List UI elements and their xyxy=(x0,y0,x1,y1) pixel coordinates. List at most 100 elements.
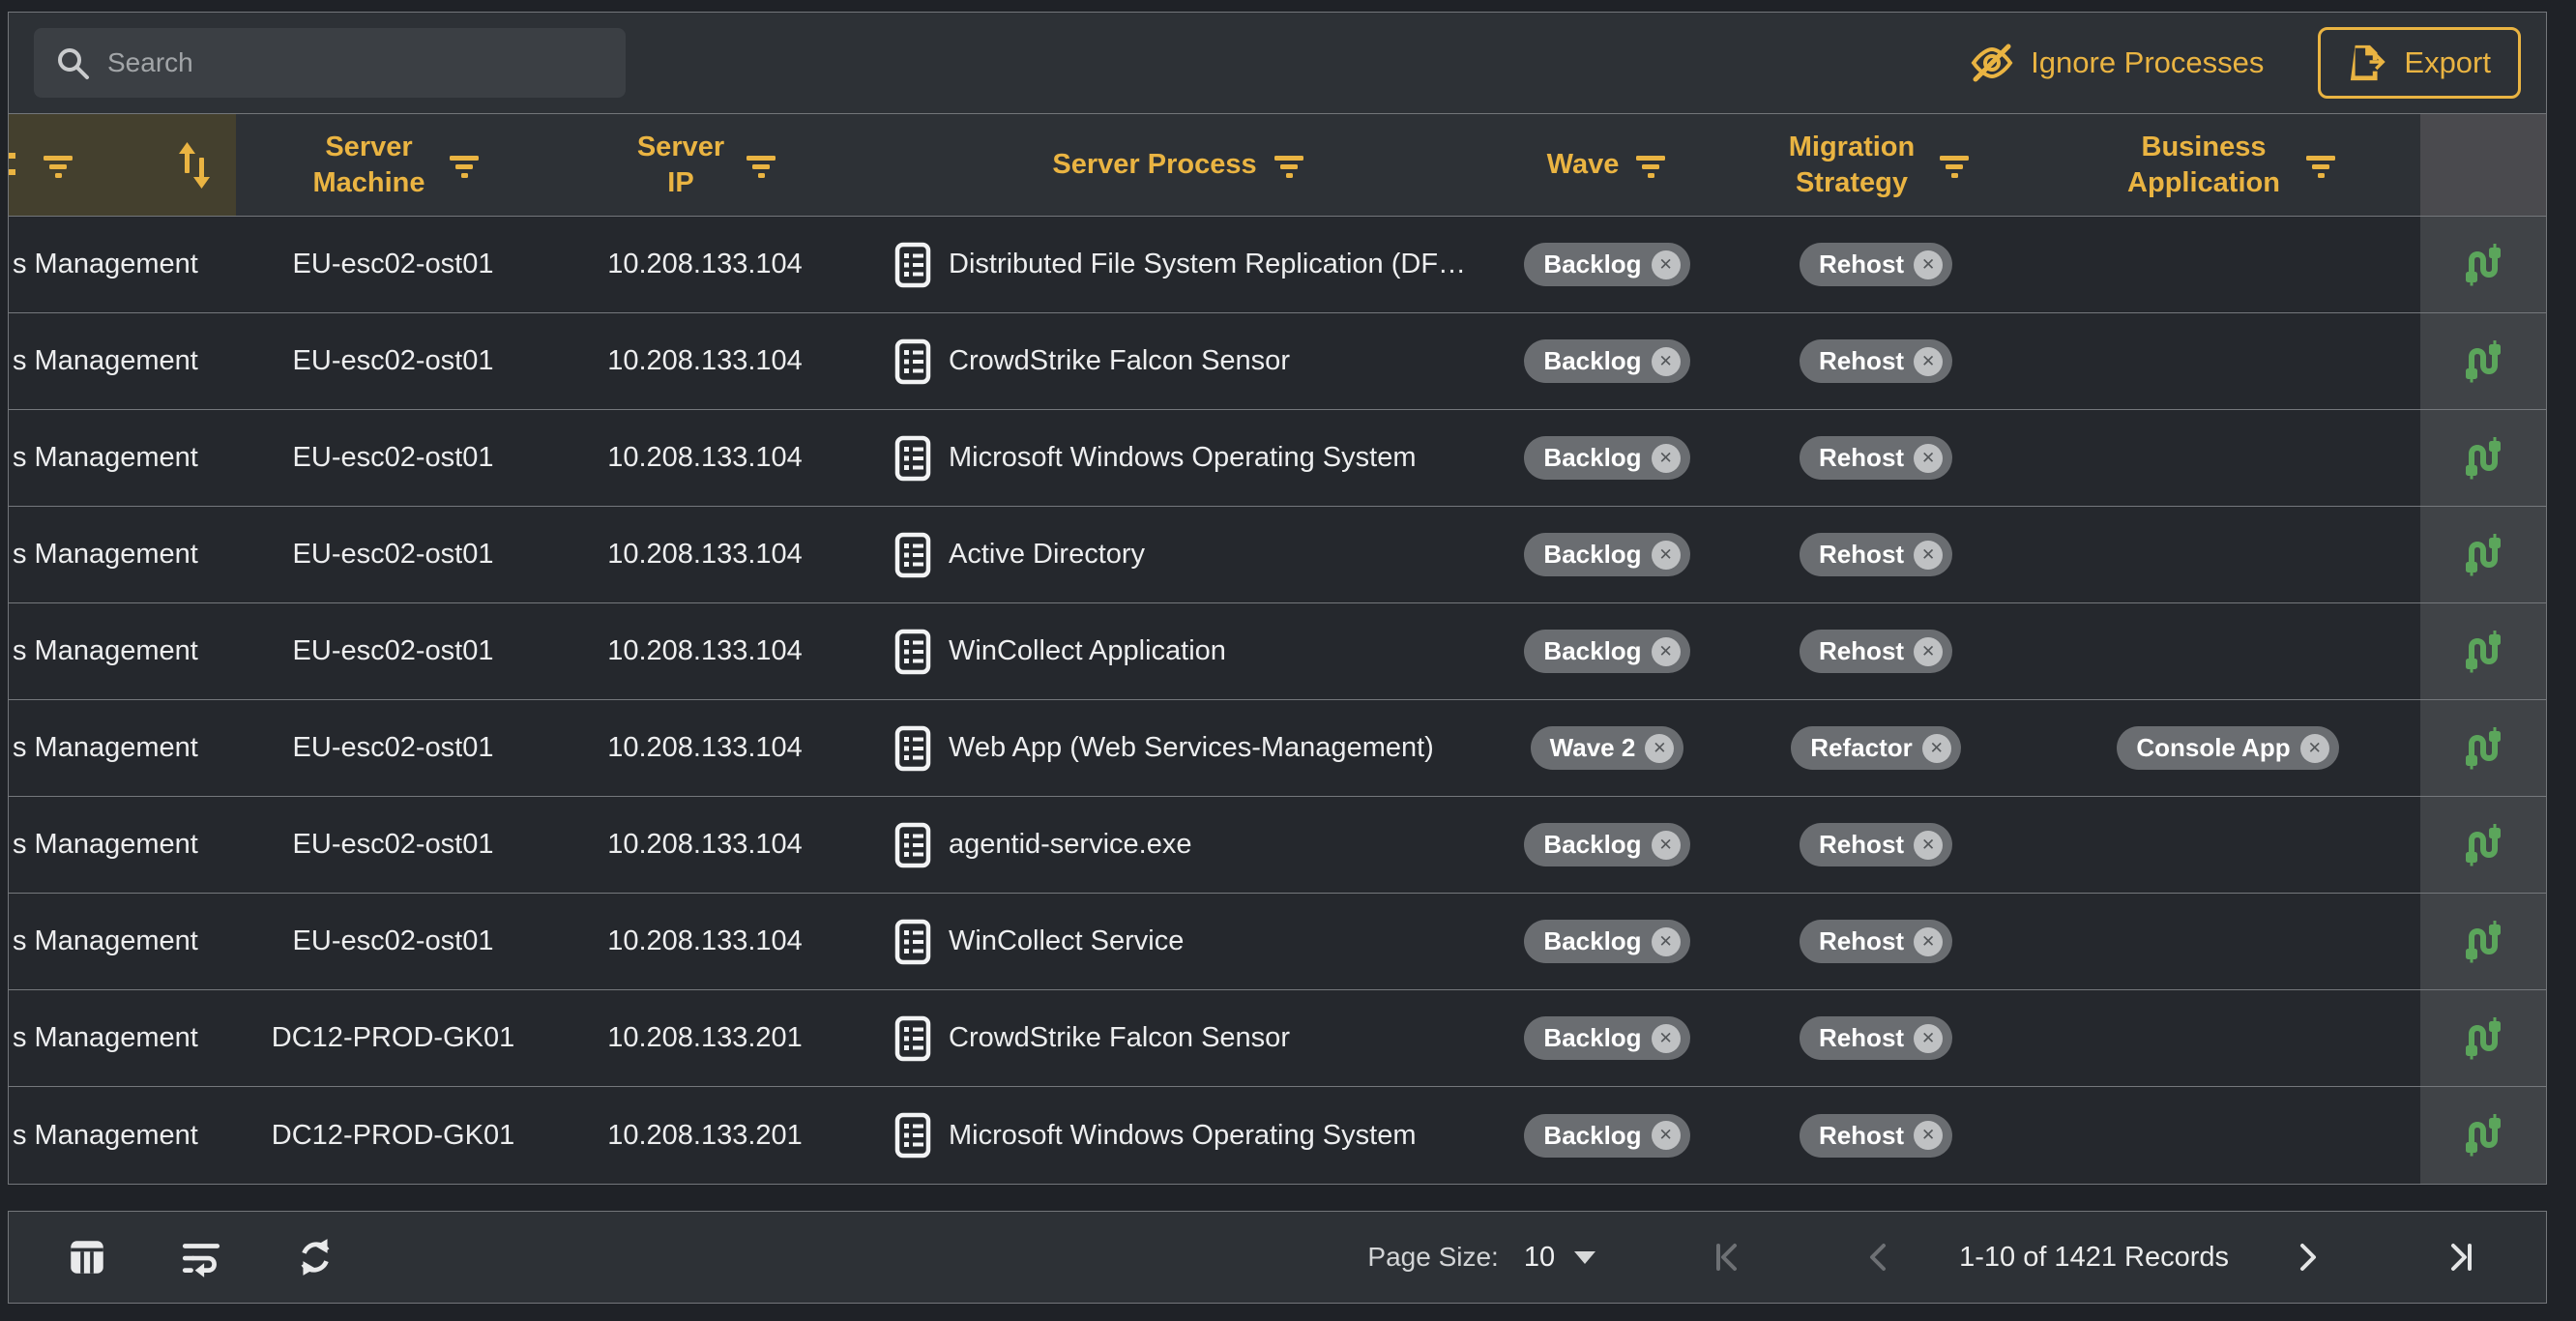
header-cell-business-application[interactable]: Business Application xyxy=(2035,114,2420,216)
filter-icon[interactable] xyxy=(1273,152,1305,179)
cell-server-ip: 10.208.133.104 xyxy=(550,507,860,602)
sort-icon[interactable] xyxy=(175,142,214,189)
first-page-icon[interactable] xyxy=(1712,1242,1742,1273)
chip-label: Rehost xyxy=(1819,540,1904,570)
header-cell-app-sorted[interactable] xyxy=(9,114,236,216)
chip-remove-icon[interactable]: ✕ xyxy=(1652,1024,1681,1053)
cell-application: s Management xyxy=(9,700,236,796)
chip-remove-icon[interactable]: ✕ xyxy=(1914,1121,1943,1150)
wave-chip: Backlog✕ xyxy=(1524,243,1689,286)
connections-icon[interactable] xyxy=(2461,823,2505,867)
chip-remove-icon[interactable]: ✕ xyxy=(1652,541,1681,570)
chip-remove-icon[interactable]: ✕ xyxy=(1914,347,1943,376)
connections-icon[interactable] xyxy=(2461,1016,2505,1061)
connections-icon[interactable] xyxy=(2461,533,2505,577)
search-box[interactable] xyxy=(34,28,626,98)
search-icon xyxy=(55,45,90,80)
table-row: s Management EU-esc02-ost01 10.208.133.1… xyxy=(9,603,2546,700)
chip-remove-icon[interactable]: ✕ xyxy=(1914,927,1943,956)
header-cell-wave[interactable]: Wave xyxy=(1498,114,1716,216)
ignore-processes-button[interactable]: Ignore Processes xyxy=(1969,42,2264,84)
connections-icon[interactable] xyxy=(2461,1113,2505,1158)
previous-page-icon[interactable] xyxy=(1864,1242,1895,1273)
header-cell-server-ip[interactable]: Server IP xyxy=(550,114,860,216)
filter-icon[interactable] xyxy=(1938,152,1971,179)
page-size-label: Page Size: xyxy=(1367,1242,1498,1273)
export-button[interactable]: Export xyxy=(2318,27,2521,99)
filter-icon[interactable] xyxy=(1634,152,1667,179)
connections-icon[interactable] xyxy=(2461,630,2505,674)
chip-label: Backlog xyxy=(1543,830,1641,860)
chip-remove-icon[interactable]: ✕ xyxy=(1914,637,1943,666)
chip-remove-icon[interactable]: ✕ xyxy=(1914,541,1943,570)
process-list-icon xyxy=(894,919,931,965)
last-page-icon[interactable] xyxy=(2445,1242,2476,1273)
chip-label: Backlog xyxy=(1543,443,1641,473)
cell-wave: Backlog ✕ xyxy=(1498,410,1716,506)
chip-remove-icon[interactable]: ✕ xyxy=(1652,250,1681,279)
wave-chip: Backlog✕ xyxy=(1524,920,1689,963)
cell-server-ip: 10.208.133.104 xyxy=(550,894,860,989)
wave-chip: Backlog✕ xyxy=(1524,1016,1689,1060)
table-header: Server Machine Server IP Server Process … xyxy=(9,114,2546,217)
connections-icon[interactable] xyxy=(2461,339,2505,384)
connections-icon[interactable] xyxy=(2461,243,2505,287)
chip-remove-icon[interactable]: ✕ xyxy=(1914,831,1943,860)
process-name: Web App (Web Services-Management) xyxy=(949,732,1434,764)
chip-remove-icon[interactable]: ✕ xyxy=(1914,1024,1943,1053)
process-list-icon xyxy=(894,822,931,868)
column-settings-icon[interactable] xyxy=(65,1235,109,1279)
search-input[interactable] xyxy=(107,47,604,78)
process-list-icon xyxy=(894,338,931,385)
connections-icon[interactable] xyxy=(2461,920,2505,964)
filter-icon[interactable] xyxy=(2304,152,2337,179)
cell-server-machine: EU-esc02-ost01 xyxy=(236,410,550,506)
wrap-text-icon[interactable] xyxy=(179,1235,223,1279)
records-range-text: 1-10 of 1421 Records xyxy=(1959,1242,2229,1274)
cell-application: s Management xyxy=(9,217,236,312)
table-body: s Management EU-esc02-ost01 10.208.133.1… xyxy=(9,217,2546,1184)
chip-remove-icon[interactable]: ✕ xyxy=(1914,250,1943,279)
header-cell-server-process[interactable]: Server Process xyxy=(860,114,1498,216)
next-page-icon[interactable] xyxy=(2293,1242,2324,1273)
strategy-chip: Refactor✕ xyxy=(1791,726,1960,770)
chip-label: Console App xyxy=(2136,733,2290,763)
cell-application: s Management xyxy=(9,603,236,699)
chip-remove-icon[interactable]: ✕ xyxy=(1914,444,1943,473)
table-row: s Management EU-esc02-ost01 10.208.133.1… xyxy=(9,313,2546,410)
chip-remove-icon[interactable]: ✕ xyxy=(1652,637,1681,666)
chip-remove-icon[interactable]: ✕ xyxy=(1652,1121,1681,1150)
chip-remove-icon[interactable]: ✕ xyxy=(1652,927,1681,956)
chip-remove-icon[interactable]: ✕ xyxy=(1652,347,1681,376)
column-label: Server Machine xyxy=(307,130,432,200)
process-list-icon xyxy=(894,1015,931,1062)
connections-icon[interactable] xyxy=(2461,726,2505,771)
chip-label: Rehost xyxy=(1819,250,1904,279)
chip-remove-icon[interactable]: ✕ xyxy=(1645,734,1674,763)
chip-remove-icon[interactable]: ✕ xyxy=(1652,444,1681,473)
chip-remove-icon[interactable]: ✕ xyxy=(2300,734,2329,763)
chip-label: Backlog xyxy=(1543,346,1641,376)
header-cell-server-machine[interactable]: Server Machine xyxy=(236,114,550,216)
header-cell-migration-strategy[interactable]: Migration Strategy xyxy=(1716,114,2035,216)
chip-remove-icon[interactable]: ✕ xyxy=(1652,831,1681,860)
chip-label: Rehost xyxy=(1819,830,1904,860)
filter-icon[interactable] xyxy=(42,152,74,179)
filter-icon[interactable] xyxy=(448,152,481,179)
cell-migration-strategy: Rehost✕ xyxy=(1716,313,2035,409)
strategy-chip: Rehost✕ xyxy=(1800,1114,1952,1158)
table-row: s Management EU-esc02-ost01 10.208.133.1… xyxy=(9,894,2546,990)
filter-icon[interactable] xyxy=(745,152,777,179)
connections-icon[interactable] xyxy=(2461,436,2505,481)
cell-server-ip: 10.208.133.104 xyxy=(550,700,860,796)
page-size-caret-icon[interactable] xyxy=(1574,1251,1595,1264)
cell-server-ip: 10.208.133.104 xyxy=(550,797,860,893)
column-label: Wave xyxy=(1547,147,1620,182)
refresh-icon[interactable] xyxy=(293,1235,337,1279)
clipped-filter-icon-fragment xyxy=(9,153,15,186)
wave-chip: Backlog ✕ xyxy=(1524,823,1689,866)
chip-remove-icon[interactable]: ✕ xyxy=(1922,734,1951,763)
page-size-value[interactable]: 10 xyxy=(1524,1242,1555,1274)
cell-connections xyxy=(2420,700,2546,796)
strategy-chip: Rehost✕ xyxy=(1800,436,1952,480)
